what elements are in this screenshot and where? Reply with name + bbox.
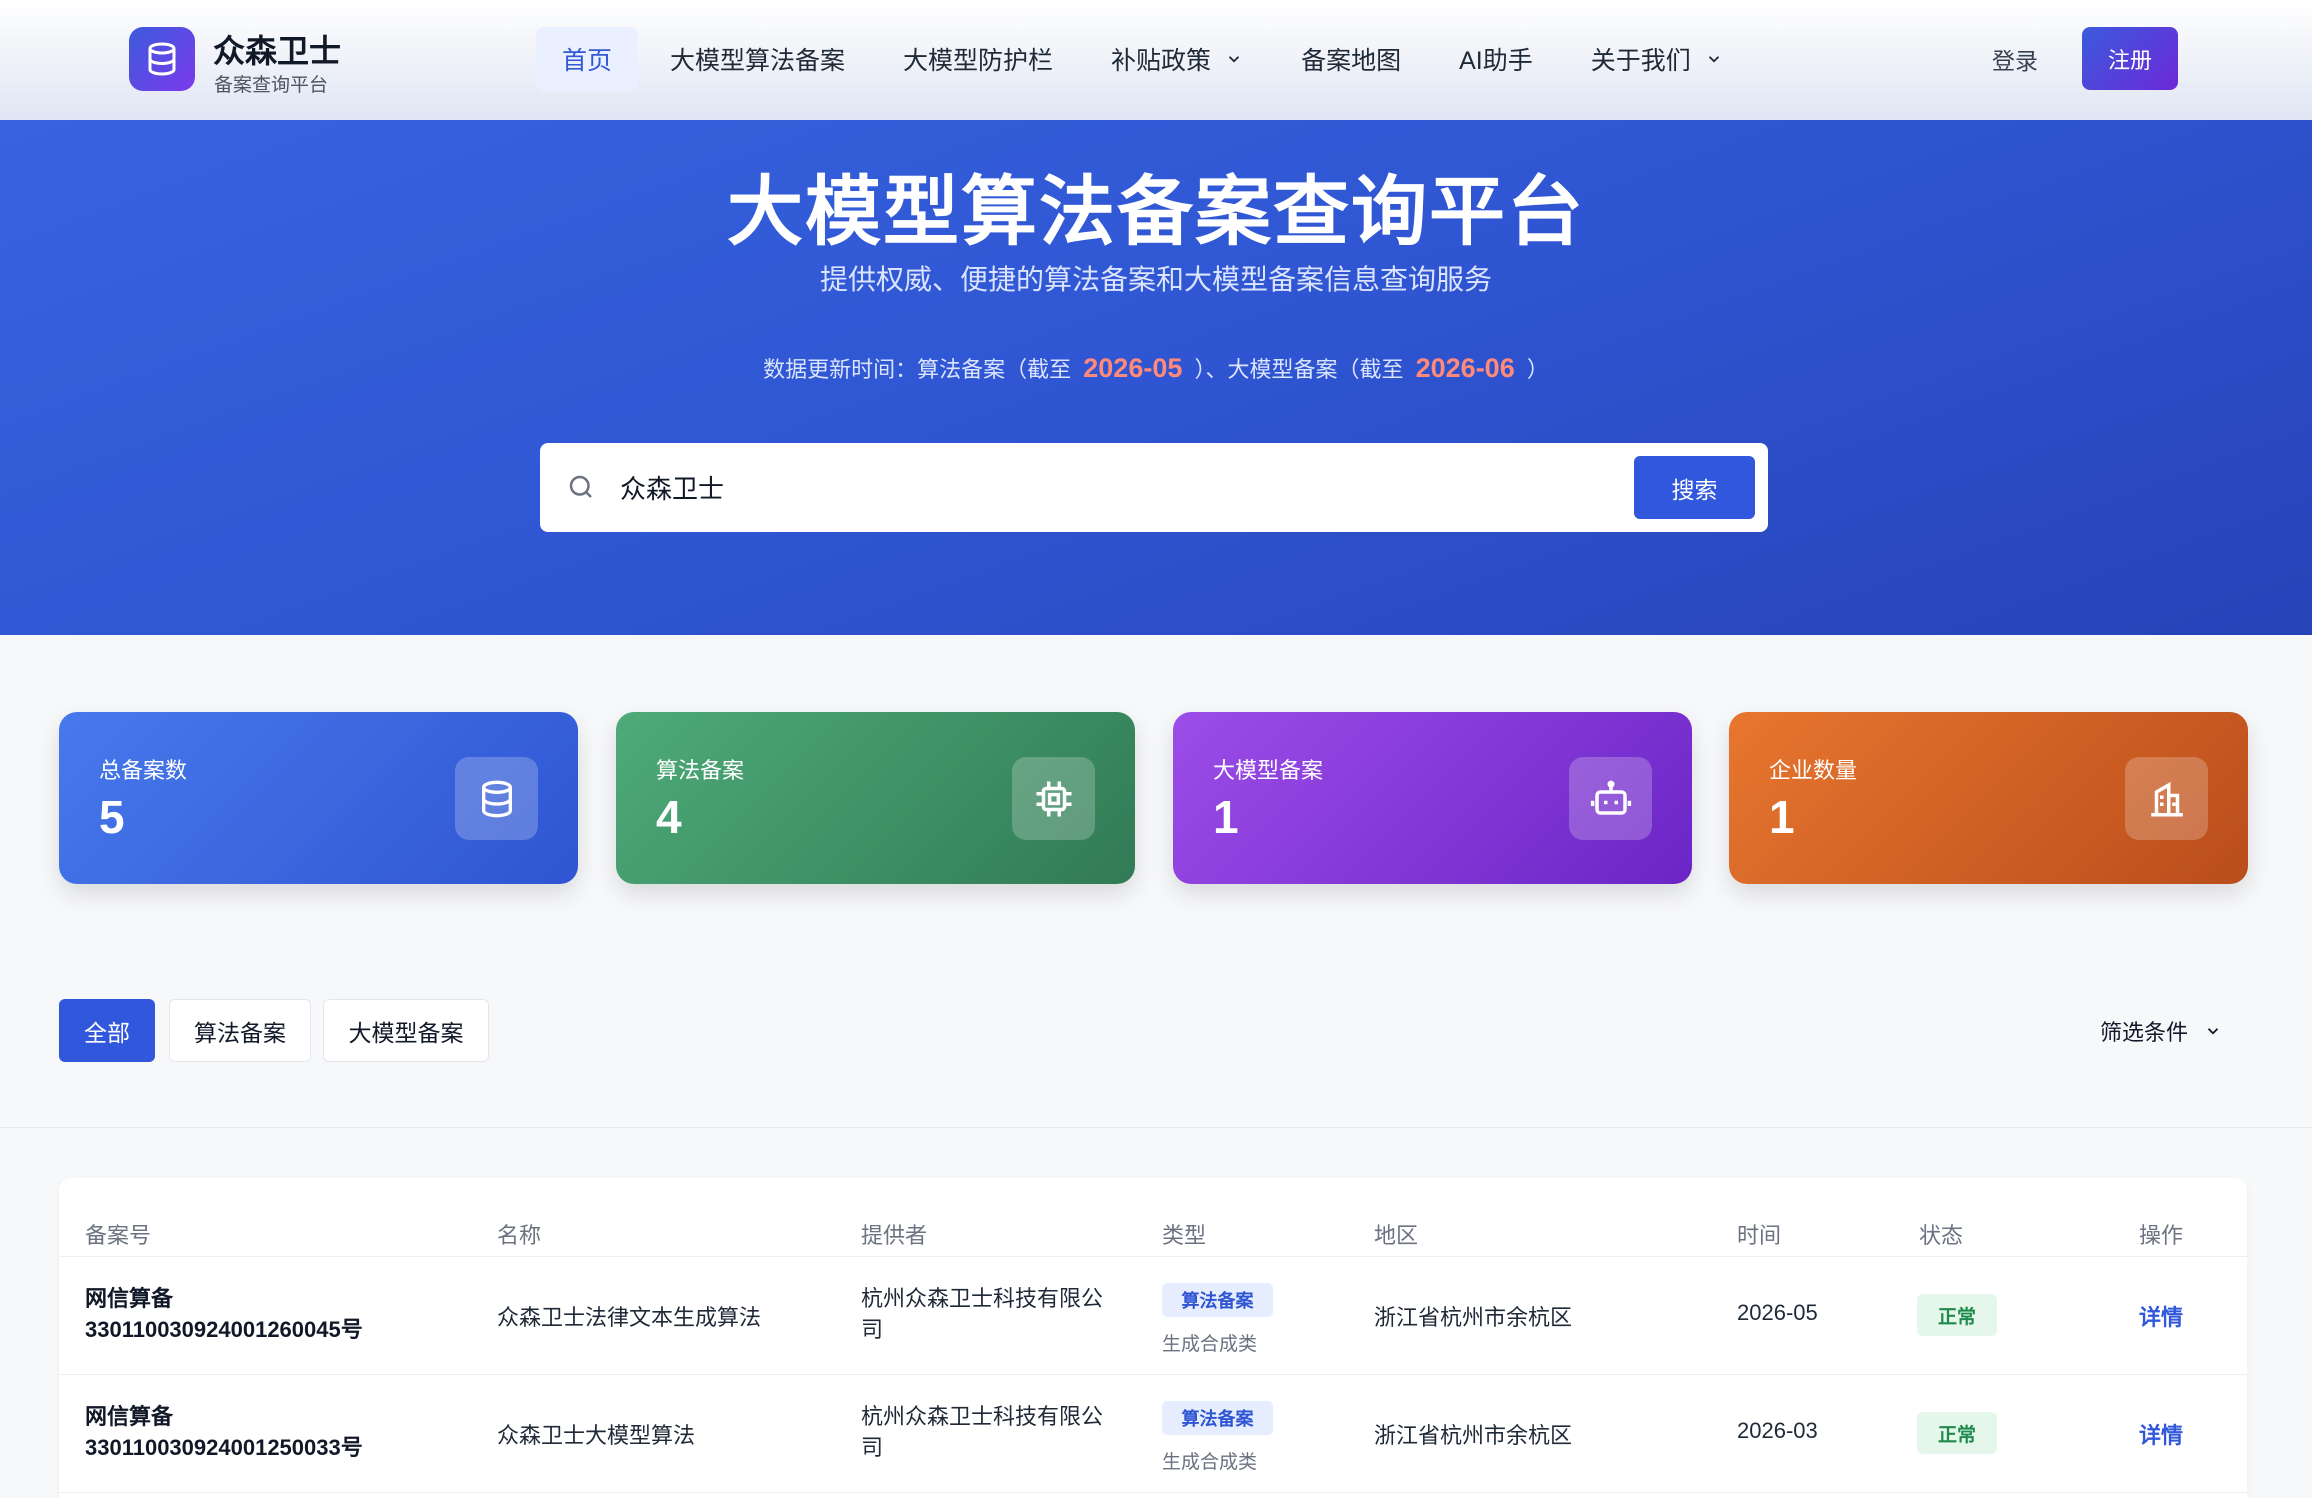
algo-update-date: 2026-05 (1083, 353, 1183, 383)
column-header: 提供者 (861, 1223, 928, 1248)
nav-item-ai-assistant[interactable]: AI助手 (1433, 27, 1559, 91)
update-prefix: 数据更新时间：算法备案（截至 (763, 357, 1072, 382)
provider-line: 杭州众森卫士科技有限公 (861, 1286, 1104, 1311)
llm-update-date: 2026-06 (1415, 353, 1515, 383)
filter-tab-algorithm[interactable]: 算法备案 (169, 999, 311, 1062)
region: 浙江省杭州市余杭区 (1374, 1305, 1573, 1330)
section-divider (0, 1127, 2312, 1128)
nav-item-map[interactable]: 备案地图 (1275, 27, 1427, 91)
update-mid: ）、大模型备案（截至 (1194, 357, 1404, 382)
database-icon (455, 757, 538, 840)
stat-value: 1 (1213, 791, 1239, 843)
nav-item-subsidy[interactable]: 补贴政策 (1085, 27, 1269, 91)
record-name: 众森卫士法律文本生成算法 (497, 1305, 762, 1330)
chevron-down-icon (1225, 50, 1243, 68)
provider-line: 司 (861, 1317, 884, 1342)
nav-label: 大模型防护栏 (903, 47, 1054, 75)
filing-time: 2026-03 (1737, 1418, 1818, 1443)
stat-label: 企业数量 (1769, 758, 1858, 783)
type-subcategory: 生成合成类 (1162, 1452, 1258, 1473)
stat-value: 1 (1769, 791, 1795, 843)
filter-conditions-toggle[interactable]: 筛选条件 (2100, 1015, 2222, 1047)
chevron-down-icon (1705, 50, 1723, 68)
nav-label: 大模型算法备案 (670, 47, 846, 75)
column-header: 状态 (1919, 1223, 1964, 1248)
nav-label: AI助手 (1459, 47, 1533, 75)
provider: 杭州众森卫士科技有限公 司 (861, 1283, 1121, 1345)
brand-name: 众森卫士 (213, 33, 342, 69)
filing-number-line: 330110030924001260045号 (85, 1317, 363, 1342)
column-header: 类型 (1162, 1223, 1207, 1248)
nav-item-about[interactable]: 关于我们 (1565, 27, 1749, 91)
table-row: 网信算备 330110030924001260045号 众森卫士法律文本生成算法… (59, 1257, 2247, 1375)
filter-tab-llm[interactable]: 大模型备案 (323, 999, 489, 1062)
column-header: 备案号 (85, 1223, 152, 1248)
filing-time: 2026-05 (1737, 1300, 1818, 1325)
filter-tab-all[interactable]: 全部 (59, 999, 155, 1062)
search-bar: 搜索 (540, 443, 1768, 532)
provider: 杭州众森卫士科技有限公 司 (861, 1401, 1121, 1463)
record-name: 众森卫士大模型算法 (497, 1423, 696, 1448)
filing-number-line: 网信算备 (85, 1404, 174, 1429)
stat-value: 4 (656, 791, 682, 843)
filing-number-line: 网信算备 (85, 1286, 174, 1311)
table-row: 网信算备 330110030924001250033号 众森卫士大模型算法 杭州… (59, 1375, 2247, 1493)
status-badge: 正常 (1917, 1412, 1997, 1454)
region: 浙江省杭州市余杭区 (1374, 1423, 1573, 1448)
type-badge: 算法备案 (1162, 1401, 1273, 1435)
nav-label: 首页 (562, 47, 613, 75)
top-header: 众森卫士 备案查询平台 首页 大模型算法备案 大模型防护栏 补贴政策 备案地图 … (0, 0, 2312, 120)
provider-line: 司 (861, 1435, 884, 1460)
database-icon (144, 40, 180, 78)
filing-number: 网信算备 330110030924001250033号 (85, 1401, 445, 1463)
robot-icon (1569, 757, 1652, 840)
search-button[interactable]: 搜索 (1634, 456, 1755, 519)
stat-value: 5 (99, 791, 125, 843)
search-icon (566, 472, 598, 504)
nav-label: 补贴政策 (1111, 47, 1212, 75)
column-header: 地区 (1374, 1223, 1419, 1248)
stat-card-total: 总备案数 5 (59, 712, 578, 884)
filter-conditions-label: 筛选条件 (2100, 1020, 2189, 1045)
detail-link[interactable]: 详情 (2139, 1300, 2183, 1332)
chevron-down-icon (2204, 1022, 2222, 1040)
status-badge: 正常 (1917, 1294, 1997, 1336)
login-link[interactable]: 登录 (1992, 42, 2038, 76)
stat-card-companies: 企业数量 1 (1729, 712, 2248, 884)
page: 众森卫士 备案查询平台 首页 大模型算法备案 大模型防护栏 补贴政策 备案地图 … (0, 0, 2312, 1498)
chip-icon (1012, 757, 1095, 840)
nav-label: 备案地图 (1301, 47, 1402, 75)
nav-item-home[interactable]: 首页 (536, 27, 639, 91)
stat-label: 算法备案 (656, 758, 745, 783)
hero-title: 大模型算法备案查询平台 (727, 170, 1585, 255)
results-table: 备案号 名称 提供者 类型 地区 时间 状态 操作 网信算备 330110030… (59, 1178, 2247, 1498)
column-header: 操作 (2139, 1223, 2184, 1248)
stat-label: 大模型备案 (1213, 758, 1324, 783)
stat-label: 总备案数 (99, 758, 188, 783)
nav-item-guardrail[interactable]: 大模型防护栏 (877, 27, 1079, 91)
logo[interactable] (129, 27, 195, 91)
nav-item-llm-filing[interactable]: 大模型算法备案 (644, 27, 871, 91)
hero-banner: 大模型算法备案查询平台 提供权威、便捷的算法备案和大模型备案信息查询服务 数据更… (0, 120, 2312, 635)
provider-line: 杭州众森卫士科技有限公 (861, 1404, 1104, 1429)
column-header: 时间 (1737, 1223, 1782, 1248)
detail-link[interactable]: 详情 (2139, 1418, 2183, 1450)
type-badge: 算法备案 (1162, 1283, 1273, 1317)
filing-number: 网信算备 330110030924001260045号 (85, 1283, 445, 1345)
nav-label: 关于我们 (1590, 47, 1691, 75)
stat-card-llm: 大模型备案 1 (1173, 712, 1692, 884)
type-subcategory: 生成合成类 (1162, 1334, 1258, 1355)
search-input[interactable] (620, 472, 1620, 503)
hero-subtitle: 提供权威、便捷的算法备案和大模型备案信息查询服务 (819, 264, 1492, 295)
building-icon (2125, 757, 2208, 840)
stat-card-algorithm: 算法备案 4 (616, 712, 1135, 884)
brand-subtitle: 备案查询平台 (214, 75, 329, 96)
column-header: 名称 (497, 1223, 542, 1248)
main-nav: 首页 大模型算法备案 大模型防护栏 补贴政策 备案地图 AI助手 关于我们 (536, 27, 1749, 91)
register-button[interactable]: 注册 (2082, 27, 2178, 90)
update-suffix: ） (1526, 357, 1549, 382)
data-update-info: 数据更新时间：算法备案（截至 2026-05 ）、大模型备案（截至 2026-0… (0, 352, 2312, 384)
filing-number-line: 330110030924001250033号 (85, 1435, 363, 1460)
